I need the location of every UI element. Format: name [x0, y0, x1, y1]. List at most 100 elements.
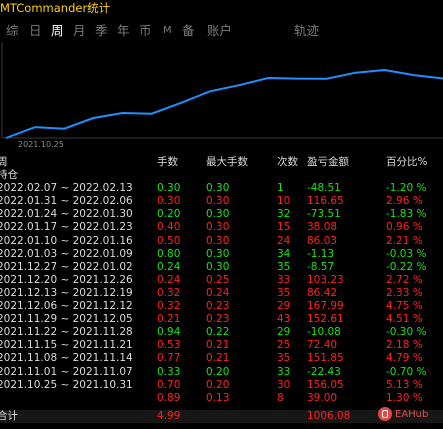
row-pnl: 38.08 — [307, 221, 338, 234]
chart-x-tick-label: 2021.10.25 — [18, 140, 64, 149]
table-row[interactable]: 2021.12.27 ~ 2022.01.02 0.24 0.30 35 -8.57 -0… — [0, 261, 443, 274]
row-percent: 1.30 % — [386, 391, 423, 404]
row-period: 2021.12.20 ~ 2021.12.26 — [0, 273, 133, 286]
total-pnl: 1006.08 — [307, 410, 351, 422]
window-title: MTCommander统计 — [0, 1, 111, 15]
row-count: 10 — [277, 195, 291, 208]
tab-currency[interactable]: 币 — [139, 20, 152, 42]
tab-quarterly[interactable]: 季 — [95, 20, 108, 42]
table-row[interactable]: 2021.12.20 ~ 2021.12.26 0.24 0.25 33 103.23 2… — [0, 274, 443, 287]
tab-daily[interactable]: 日 — [29, 20, 42, 42]
row-lots: 0.94 — [157, 326, 181, 339]
row-percent: 2.72 % — [386, 273, 423, 286]
total-lots: 4.99 — [157, 410, 181, 422]
header-pnl[interactable]: 盈亏金额 — [307, 156, 349, 169]
row-pnl: 72.40 — [307, 339, 338, 352]
row-max-lots: 0.20 — [206, 378, 230, 391]
table-row[interactable]: 2021.11.08 ~ 2021.11.14 0.77 0.21 35 151.85 4… — [0, 352, 443, 365]
row-lots: 0.24 — [157, 273, 181, 286]
row-period: 2021.12.13 ~ 2021.12.19 — [0, 286, 133, 299]
row-pnl: 86.03 — [307, 234, 338, 247]
row-percent: 5.13 % — [386, 378, 423, 391]
row-period: 2022.01.03 ~ 2022.01.09 — [0, 247, 133, 260]
row-lots: 0.24 — [157, 260, 181, 273]
watermark-text: EAHub — [395, 409, 429, 420]
position-row: 持仓 — [0, 169, 443, 182]
row-max-lots: 0.22 — [206, 326, 230, 339]
row-pnl: 151.85 — [307, 352, 344, 365]
equity-line-chart — [1, 42, 443, 139]
header-lots[interactable]: 手数 — [157, 156, 178, 169]
table-row[interactable]: 2022.01.24 ~ 2022.01.30 0.20 0.30 32 -73.51 -… — [0, 208, 443, 221]
tab-yearly[interactable]: 年 — [117, 20, 130, 42]
row-lots: 0.89 — [157, 391, 181, 404]
row-max-lots: 0.30 — [206, 195, 230, 208]
row-lots: 0.70 — [157, 378, 181, 391]
header-percent[interactable]: 百分比% — [386, 156, 427, 169]
row-lots: 0.30 — [157, 182, 181, 195]
row-count: 35 — [277, 286, 291, 299]
table-row[interactable]: 2021.12.06 ~ 2021.12.12 0.32 0.23 29 167.99 4… — [0, 300, 443, 313]
row-count: 29 — [277, 300, 291, 313]
row-count: 33 — [277, 273, 291, 286]
table-row[interactable]: 2022.01.17 ~ 2022.01.23 0.40 0.30 15 38.08 0.… — [0, 221, 443, 234]
row-percent: 2.33 % — [386, 286, 423, 299]
row-percent: 4.75 % — [386, 300, 423, 313]
row-percent: 2.96 % — [386, 195, 423, 208]
table-row[interactable]: 2021.11.01 ~ 2021.11.07 0.33 0.20 33 -22.43 -… — [0, 366, 443, 379]
row-period: 2021.11.01 ~ 2021.11.07 — [0, 365, 133, 378]
row-lots: 0.30 — [157, 195, 181, 208]
header-max-lots[interactable]: 最大手数 — [206, 156, 248, 169]
row-count: 30 — [277, 378, 291, 391]
row-lots: 0.53 — [157, 339, 181, 352]
row-period: 2021.12.27 ~ 2022.01.02 — [0, 260, 133, 273]
table-row[interactable]: 2021.11.29 ~ 2021.12.05 0.21 0.23 43 152.61 4… — [0, 313, 443, 326]
tab-weekly[interactable]: 周 — [51, 20, 64, 42]
row-count: 24 — [277, 234, 291, 247]
row-max-lots: 0.30 — [206, 208, 230, 221]
equity-chart — [0, 42, 443, 150]
row-count: 8 — [277, 391, 284, 404]
watermark: EAHub — [378, 404, 442, 426]
tab-account[interactable]: 账户 — [207, 20, 232, 42]
tab-overview[interactable]: 综 — [6, 20, 19, 42]
tab-bar: 综 日 周 月 季 年 币 M 备 账户 轨迹 — [0, 20, 443, 42]
row-period: 2021.12.06 ~ 2021.12.12 — [0, 300, 133, 313]
tab-trajectory[interactable]: 轨迹 — [294, 20, 319, 42]
row-pnl: 103.23 — [307, 273, 344, 286]
row-max-lots: 0.30 — [206, 260, 230, 273]
header-period[interactable]: 周 — [0, 156, 8, 169]
tab-magic[interactable]: M — [163, 20, 172, 42]
table-row[interactable]: 2022.02.07 ~ 2022.02.13 0.30 0.30 1 -48.51 -1… — [0, 182, 443, 195]
row-pnl: 167.99 — [307, 300, 344, 313]
row-max-lots: 0.21 — [206, 339, 230, 352]
header-count[interactable]: 次数 — [277, 156, 298, 169]
table-row[interactable]: 0.89 0.13 8 39.00 1.30 % — [0, 392, 443, 405]
row-count: 25 — [277, 339, 291, 352]
tab-notes[interactable]: 备 — [182, 20, 195, 42]
table-row[interactable]: 2021.11.22 ~ 2021.11.28 0.94 0.22 29 -10.08 -… — [0, 326, 443, 339]
row-max-lots: 0.23 — [206, 313, 230, 326]
table-row[interactable]: 2022.01.03 ~ 2022.01.09 0.80 0.30 34 -1.13 -0… — [0, 248, 443, 261]
row-period: 2022.01.24 ~ 2022.01.30 — [0, 208, 133, 221]
row-pnl: 39.00 — [307, 391, 338, 404]
row-max-lots: 0.24 — [206, 286, 230, 299]
row-count: 1 — [277, 182, 284, 195]
table-row[interactable]: 2021.11.15 ~ 2021.11.21 0.53 0.21 25 72.40 2.… — [0, 339, 443, 352]
row-max-lots: 0.13 — [206, 391, 230, 404]
row-lots: 0.80 — [157, 247, 181, 260]
row-period: 2021.11.29 ~ 2021.12.05 — [0, 313, 133, 326]
table-row[interactable]: 2021.12.13 ~ 2021.12.19 0.32 0.24 35 86.42 2.… — [0, 287, 443, 300]
tab-monthly[interactable]: 月 — [73, 20, 86, 42]
table-row[interactable]: 2022.01.10 ~ 2022.01.16 0.50 0.30 24 86.03 2.… — [0, 235, 443, 248]
row-count: 35 — [277, 260, 291, 273]
table-row[interactable]: 2021.10.25 ~ 2021.10.31 0.70 0.20 30 156.05 5… — [0, 379, 443, 392]
eahub-logo-icon — [378, 407, 392, 421]
row-max-lots: 0.21 — [206, 352, 230, 365]
row-max-lots: 0.30 — [206, 247, 230, 260]
row-pnl: -22.43 — [307, 365, 341, 378]
row-pnl: 156.05 — [307, 378, 344, 391]
row-pnl: 86.42 — [307, 286, 338, 299]
table-row[interactable]: 2022.01.31 ~ 2022.02.06 0.30 0.30 10 116.65 2… — [0, 195, 443, 208]
row-pnl: -1.13 — [307, 247, 335, 260]
